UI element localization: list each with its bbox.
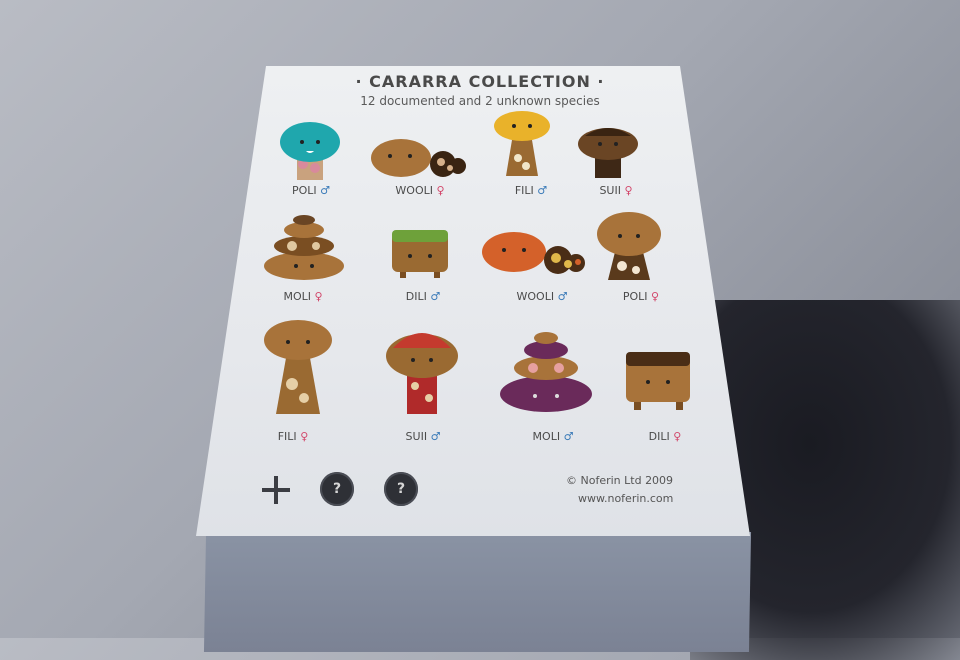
- figure-label: POLI ♀: [622, 290, 660, 303]
- figure-wooli-wood: [371, 139, 466, 177]
- figure-label: DILI ♀: [648, 430, 682, 443]
- collection-subtitle: 12 documented and 2 unknown species: [360, 94, 600, 108]
- figure-suii-red: [386, 333, 458, 414]
- box-side: [203, 532, 752, 652]
- unknown-species-mark: ?: [320, 472, 354, 506]
- figure-dili-dark: [626, 352, 690, 410]
- unknown-species-mark: ?: [384, 472, 418, 506]
- figure-label: SUII ♀: [599, 184, 633, 197]
- figure-poli-wood: [597, 212, 661, 280]
- figure-label: WOOLI ♀: [395, 184, 445, 197]
- figure-label: SUII ♂: [405, 430, 441, 443]
- figure-wooli-orange: [482, 232, 585, 274]
- figure-moli-purple: [500, 332, 592, 412]
- figure-moli-stack: [264, 215, 344, 280]
- figure-label: FILI ♂: [514, 184, 548, 197]
- figure-label: WOOLI ♂: [516, 290, 568, 303]
- figure-label: MOLI ♂: [532, 430, 574, 443]
- figure-label: MOLI ♀: [283, 290, 323, 303]
- figure-fili-yellow: [494, 111, 550, 176]
- plus-icon: [258, 472, 294, 508]
- copyright-text: © Noferin Ltd 2009: [566, 474, 674, 487]
- figure-label: FILI ♀: [277, 430, 309, 443]
- figure-label: DILI ♂: [405, 290, 441, 303]
- figure-dili-green: [392, 230, 448, 278]
- figure-fili-wood: [264, 320, 332, 414]
- figure-poli-teal: [280, 122, 340, 180]
- figure-label: POLI ♂: [291, 184, 331, 197]
- website-text: www.noferin.com: [578, 492, 674, 505]
- collection-title: · CARARRA COLLECTION ·: [355, 72, 605, 91]
- figure-suii-dark: [578, 128, 638, 178]
